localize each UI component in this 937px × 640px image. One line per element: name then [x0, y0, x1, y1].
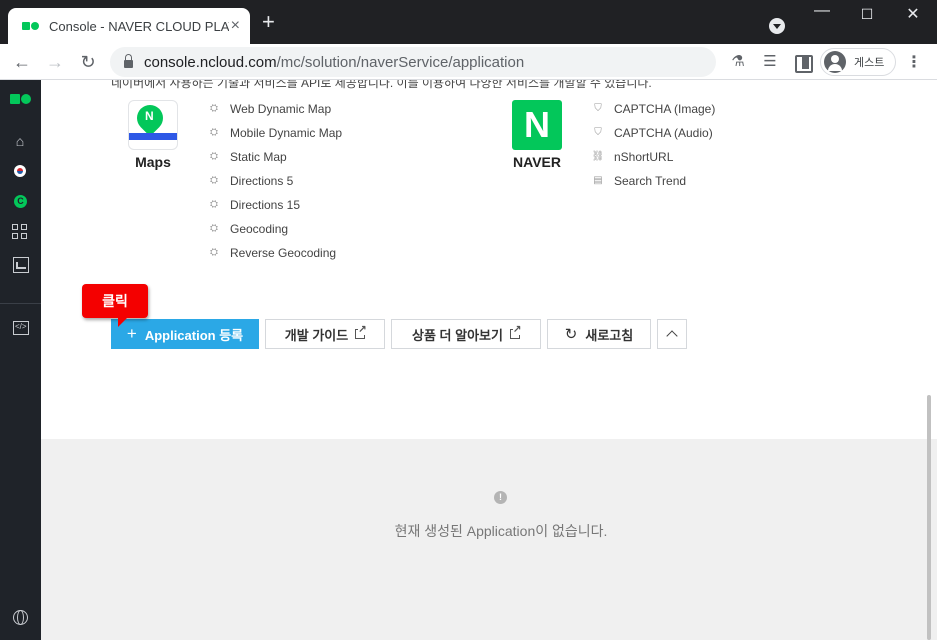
collapse-button[interactable] [657, 319, 687, 349]
api-icon: ⛭ [210, 103, 218, 114]
shield-icon: ⛉ [594, 127, 602, 138]
plus-icon: + [126, 324, 137, 343]
browser-tab[interactable]: Console - NAVER CLOUD PLATFORM × [8, 8, 250, 44]
maps-logo-icon: N [128, 100, 178, 150]
url-path: /mc/solution/naverService/application [276, 53, 525, 71]
list-item: ⛭ Web Dynamic Map [207, 97, 342, 121]
tab-close-icon[interactable]: × [231, 17, 240, 35]
browser-toolbar: ← → ↻ console.ncloud.com/mc/solution/nav… [0, 44, 937, 80]
api-icon: ⛭ [210, 175, 218, 186]
naver-product-name: NAVER [513, 154, 561, 170]
grid-services-icon[interactable] [11, 223, 29, 241]
url-host: console.ncloud.com [144, 53, 277, 71]
window-maximize-button[interactable]: ☐ [857, 6, 877, 23]
list-item: ⛭ Directions 15 [207, 193, 342, 217]
api-icon: ⛭ [210, 127, 218, 138]
browser-menu-icon[interactable]: ⋮ [906, 52, 922, 72]
browser-titlebar: Console - NAVER CLOUD PLATFORM × + — ☐ ✕ [0, 0, 937, 44]
naver-logo-icon: N [512, 100, 562, 150]
link-icon: ⛓ [591, 151, 605, 162]
profile-label: 게스트 [854, 57, 885, 69]
application-register-button[interactable]: + Application 등록 [111, 319, 259, 349]
dashboard-chart-icon[interactable] [11, 255, 29, 273]
language-globe-icon[interactable] [11, 608, 29, 626]
sidebar-divider [0, 303, 41, 304]
tab-title: Console - NAVER CLOUD PLATFORM [49, 18, 229, 34]
api-icon: ⛭ [210, 151, 218, 162]
media-list-icon[interactable]: ☰ [760, 52, 780, 72]
list-item: ⛭ Reverse Geocoding [207, 241, 342, 265]
list-item: ⛭ Static Map [207, 145, 342, 169]
lock-icon[interactable] [124, 54, 133, 68]
refresh-icon: ↻ [564, 326, 578, 343]
naver-api-list: ⛉ CAPTCHA (Image) ⛉ CAPTCHA (Audio) ⛓ nShor… [591, 97, 716, 193]
list-item: ⛭ Geocoding [207, 217, 342, 241]
home-icon[interactable]: ⌂ [11, 132, 29, 150]
side-panel-icon[interactable] [792, 52, 813, 73]
page-scrollbar[interactable] [927, 395, 931, 640]
profile-button[interactable]: 게스트 [820, 48, 896, 76]
external-link-icon [355, 325, 367, 339]
avatar-icon [824, 51, 846, 73]
learn-more-button[interactable]: 상품 더 알아보기 [391, 319, 541, 349]
api-icon: ⛭ [210, 223, 218, 234]
code-window-icon[interactable]: </> [11, 318, 29, 336]
api-icon: ⛭ [210, 199, 218, 210]
main-content: 네이버에서 사용하는 기술과 서비스를 API로 제공합니다. 이를 이용하여 … [41, 80, 937, 640]
classic-platform-icon[interactable]: C [11, 192, 29, 210]
info-icon: ! [494, 491, 507, 504]
reload-icon[interactable]: ↻ [76, 50, 100, 74]
refresh-button[interactable]: ↻ 새로고침 [547, 319, 651, 349]
api-icon: ⛭ [210, 247, 218, 258]
application-list-empty: ! 현재 생성된 Application이 없습니다. [41, 439, 937, 640]
ncloud-favicon-icon [22, 21, 40, 31]
region-flag-icon[interactable] [11, 162, 29, 180]
empty-message: 현재 생성된 Application이 없습니다. [394, 523, 608, 539]
address-bar[interactable]: console.ncloud.com/mc/solution/naverServ… [110, 47, 716, 77]
new-tab-button[interactable]: + [262, 11, 275, 33]
maps-product-name: Maps [135, 154, 171, 170]
tab-search-icon[interactable] [769, 18, 785, 34]
ncloud-logo-icon[interactable] [10, 94, 32, 104]
list-item: ⛉ CAPTCHA (Image) [591, 97, 715, 121]
click-callout-annotation: 클릭 [82, 284, 148, 327]
external-link-icon [509, 325, 522, 339]
dev-guide-button[interactable]: 개발 가이드 [265, 319, 385, 349]
maps-product: N Maps [123, 100, 183, 170]
trend-icon: ▤ [593, 175, 603, 186]
forward-arrow-icon[interactable]: → [43, 50, 67, 74]
labs-flask-icon[interactable]: ⚗ [728, 52, 748, 72]
naver-product: N NAVER [507, 100, 567, 170]
list-item: ▤ Search Trend [591, 169, 715, 193]
window-minimize-button[interactable]: — [812, 2, 832, 20]
console-sidebar: ⌂ C </> [0, 80, 41, 640]
shield-icon: ⛉ [594, 103, 602, 114]
window-close-button[interactable]: ✕ [903, 4, 923, 24]
list-item: ⛭ Mobile Dynamic Map [207, 121, 342, 145]
list-item: ⛉ CAPTCHA (Audio) [591, 121, 715, 145]
list-item: ⛭ Directions 5 [207, 169, 342, 193]
chevron-up-icon [666, 330, 678, 342]
service-intro-text: 네이버에서 사용하는 기술과 서비스를 API로 제공합니다. 이를 이용하여 … [111, 80, 652, 90]
back-arrow-icon[interactable]: ← [10, 50, 34, 74]
list-item: ⛓ nShortURL [591, 150, 674, 164]
maps-api-list: ⛭ Web Dynamic Map ⛭ Mobile Dynamic Map ⛭ St… [207, 97, 342, 265]
